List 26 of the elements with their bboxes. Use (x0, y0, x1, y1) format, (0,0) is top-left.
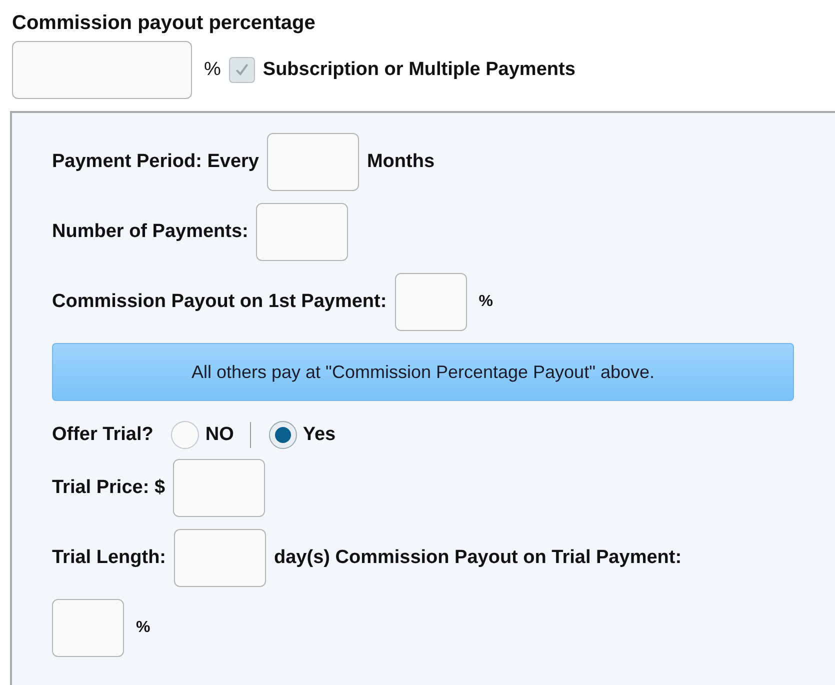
field-label: day(s) Commission Payout on Trial Payment: (274, 547, 682, 569)
radio-label: NO (205, 424, 234, 446)
checkbox-label: Subscription or Multiple Payments (262, 59, 576, 81)
check-icon (234, 62, 250, 78)
info-banner: All others pay at "Commission Percentage Payout" above. (52, 343, 794, 401)
input-field[interactable] (173, 459, 266, 517)
radio-button[interactable] (171, 421, 200, 449)
field-label: Trial Length: (52, 547, 166, 569)
input-field[interactable] (52, 599, 124, 657)
radio-button[interactable] (268, 421, 297, 449)
field-label: Commission Payout on 1st Payment: (52, 291, 387, 313)
field-label: Offer Trial? (52, 424, 154, 446)
input-field[interactable] (394, 273, 467, 331)
unit-label: Months (366, 151, 435, 173)
input-field[interactable] (174, 529, 266, 587)
field-label: Payment Period: Every (52, 151, 259, 173)
radio-label: Yes (302, 424, 336, 446)
field-label: Trial Price: $ (52, 477, 166, 499)
unit-label: % (204, 59, 221, 81)
unit-label: % (136, 619, 150, 637)
field-label: Commission payout percentage (12, 11, 316, 36)
input-field[interactable] (12, 41, 192, 99)
field-label: Number of Payments: (52, 221, 248, 243)
input-field[interactable] (256, 203, 348, 261)
input-field[interactable] (266, 133, 359, 191)
unit-label: % (478, 293, 493, 311)
